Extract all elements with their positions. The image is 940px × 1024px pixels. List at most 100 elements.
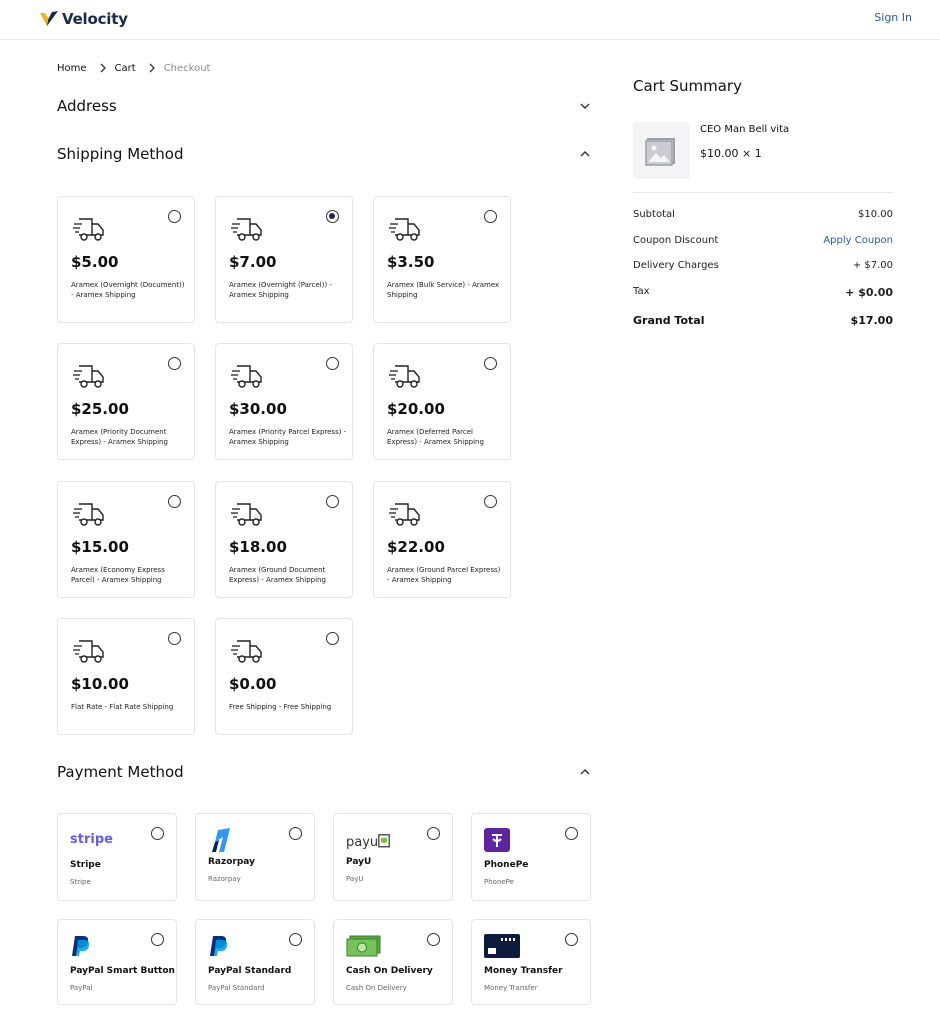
shipping-radio[interactable] (326, 495, 339, 508)
delivery-value: + $7.00 (852, 260, 893, 271)
shipping-radio[interactable] (326, 357, 339, 370)
payment-radio[interactable] (289, 933, 302, 946)
payment-radio[interactable] (151, 933, 164, 946)
shipping-radio[interactable] (168, 632, 181, 645)
image-placeholder-icon (645, 138, 675, 166)
shipping-description: Flat Rate - Flat Rate Shipping (71, 703, 174, 711)
shipping-description: Aramex (Overnight (Document)) - Aramex S… (71, 281, 185, 299)
truck-icon (73, 365, 104, 388)
payment-method-title: PayPal Smart Button (70, 966, 175, 976)
shipping-description: Aramex (Priority Document Express) - Ara… (71, 428, 168, 446)
payment-option-card[interactable]: stripe Stripe Stripe (57, 813, 177, 901)
payment-option-card[interactable]: PayPal Standard PayPal Standard (195, 919, 315, 1005)
grand-total-label: Grand Total (633, 314, 705, 327)
subtotal-row: Subtotal $10.00 (633, 209, 893, 220)
payu-logo-text: payu (346, 834, 379, 850)
breadcrumb-cart[interactable]: Cart (115, 63, 136, 74)
tax-value: + $0.00 (845, 286, 893, 299)
shipping-option-card[interactable]: $15.00 Aramex (Economy Express Parcel) - … (57, 481, 195, 598)
coupon-label: Coupon Discount (633, 235, 719, 246)
shipping-description: Aramex (Deferred Parcel Express) - Arame… (387, 428, 484, 446)
shipping-radio[interactable] (168, 210, 181, 223)
shipping-price: $25.00 (71, 400, 129, 418)
truck-icon (389, 218, 420, 241)
breadcrumb: Home Cart Checkout (57, 62, 210, 74)
truck-icon (73, 218, 104, 241)
razorpay-logo-icon (212, 828, 230, 852)
shipping-radio[interactable] (484, 495, 497, 508)
tax-row: Tax + $0.00 (633, 286, 893, 299)
shipping-radio[interactable] (168, 357, 181, 370)
truck-icon (231, 640, 262, 663)
truck-icon (231, 503, 262, 526)
shipping-price: $0.00 (229, 675, 277, 693)
shipping-option-card[interactable]: $22.00 Aramex (Ground Parcel Express) - A… (373, 481, 511, 598)
chevron-up-icon[interactable] (579, 148, 591, 160)
shipping-title: Shipping Method (57, 145, 184, 163)
shipping-radio[interactable] (326, 632, 339, 645)
shipping-price: $30.00 (229, 400, 287, 418)
shipping-price: $10.00 (71, 675, 129, 693)
payu-logo-icon: payu (346, 830, 390, 854)
payment-option-card[interactable]: PayPal Smart Button PayPal (57, 919, 177, 1005)
tax-label: Tax (633, 286, 650, 297)
brand-logo[interactable]: Velocity (39, 9, 128, 29)
payment-radio[interactable] (565, 933, 578, 946)
cash-icon (346, 935, 381, 957)
shipping-option-card[interactable]: $3.50 Aramex (Bulk Service) - Aramex Ship… (373, 196, 511, 323)
sign-in-link[interactable]: Sign In (874, 11, 912, 24)
apply-coupon-link[interactable]: Apply Coupon (823, 235, 893, 246)
payment-option-card[interactable]: Cash On Delivery Cash On Delivery (333, 919, 453, 1005)
payment-radio[interactable] (565, 827, 578, 840)
shipping-price: $7.00 (229, 253, 277, 271)
chevron-right-icon (100, 63, 106, 73)
shipping-option-card[interactable]: $5.00 Aramex (Overnight (Document)) - Ara… (57, 196, 195, 323)
payment-method-subtitle: PayPal Standard (208, 984, 265, 992)
chevron-up-icon[interactable] (579, 766, 591, 778)
truck-icon (231, 365, 262, 388)
payment-option-card[interactable]: Money Transfer Money Transfer (471, 919, 591, 1005)
brand-name: Velocity (62, 10, 128, 28)
payment-radio[interactable] (427, 827, 440, 840)
shipping-description: Aramex (Economy Express Parcel) - Aramex… (71, 566, 165, 584)
shipping-option-card[interactable]: $0.00 Free Shipping - Free Shipping (215, 618, 353, 735)
shipping-radio[interactable] (168, 495, 181, 508)
breadcrumb-checkout: Checkout (163, 62, 211, 74)
shipping-price: $20.00 (387, 400, 445, 418)
breadcrumb-home[interactable]: Home (57, 63, 87, 74)
delivery-row: Delivery Charges + $7.00 (633, 260, 893, 271)
payment-method-subtitle: PayU (346, 875, 364, 883)
truck-icon (389, 503, 420, 526)
shipping-option-card[interactable]: $20.00 Aramex (Deferred Parcel Express) -… (373, 343, 511, 460)
address-section-header[interactable]: Address (57, 97, 591, 115)
payment-section-header[interactable]: Payment Method (57, 763, 591, 781)
payment-method-title: Razorpay (208, 857, 255, 867)
summary-divider (633, 192, 893, 193)
shipping-price: $15.00 (71, 538, 129, 556)
shipping-radio[interactable] (484, 357, 497, 370)
card-icon (484, 934, 520, 958)
cart-summary-title: Cart Summary (633, 77, 742, 95)
subtotal-value: $10.00 (858, 209, 893, 220)
shipping-option-card[interactable]: $30.00 Aramex (Priority Parcel Express) -… (215, 343, 353, 460)
payment-method-subtitle: PhonePe (484, 878, 514, 886)
shipping-radio[interactable] (484, 210, 497, 223)
payment-radio[interactable] (151, 827, 164, 840)
chevron-right-icon (149, 63, 155, 73)
payment-option-card[interactable]: Razorpay Razorpay (195, 813, 315, 901)
payment-radio[interactable] (427, 933, 440, 946)
payment-method-title: PayU (346, 857, 372, 867)
payment-option-card[interactable]: PhonePe PhonePe (471, 813, 591, 901)
shipping-option-card[interactable]: $10.00 Flat Rate - Flat Rate Shipping (57, 618, 195, 735)
shipping-option-card[interactable]: $18.00 Aramex (Ground Document Express) -… (215, 481, 353, 598)
shipping-price: $5.00 (71, 253, 119, 271)
shipping-radio[interactable] (326, 210, 339, 223)
payment-radio[interactable] (289, 827, 302, 840)
chevron-down-icon[interactable] (579, 100, 591, 112)
payment-option-card[interactable]: payu PayU PayU (333, 813, 453, 901)
shipping-option-card[interactable]: $7.00 Aramex (Overnight (Parcel)) - Arame… (215, 196, 353, 323)
payment-method-title: Stripe (70, 860, 101, 870)
shipping-section-header[interactable]: Shipping Method (57, 145, 591, 163)
shipping-option-card[interactable]: $25.00 Aramex (Priority Document Express)… (57, 343, 195, 460)
phonepe-logo-icon (484, 828, 510, 852)
